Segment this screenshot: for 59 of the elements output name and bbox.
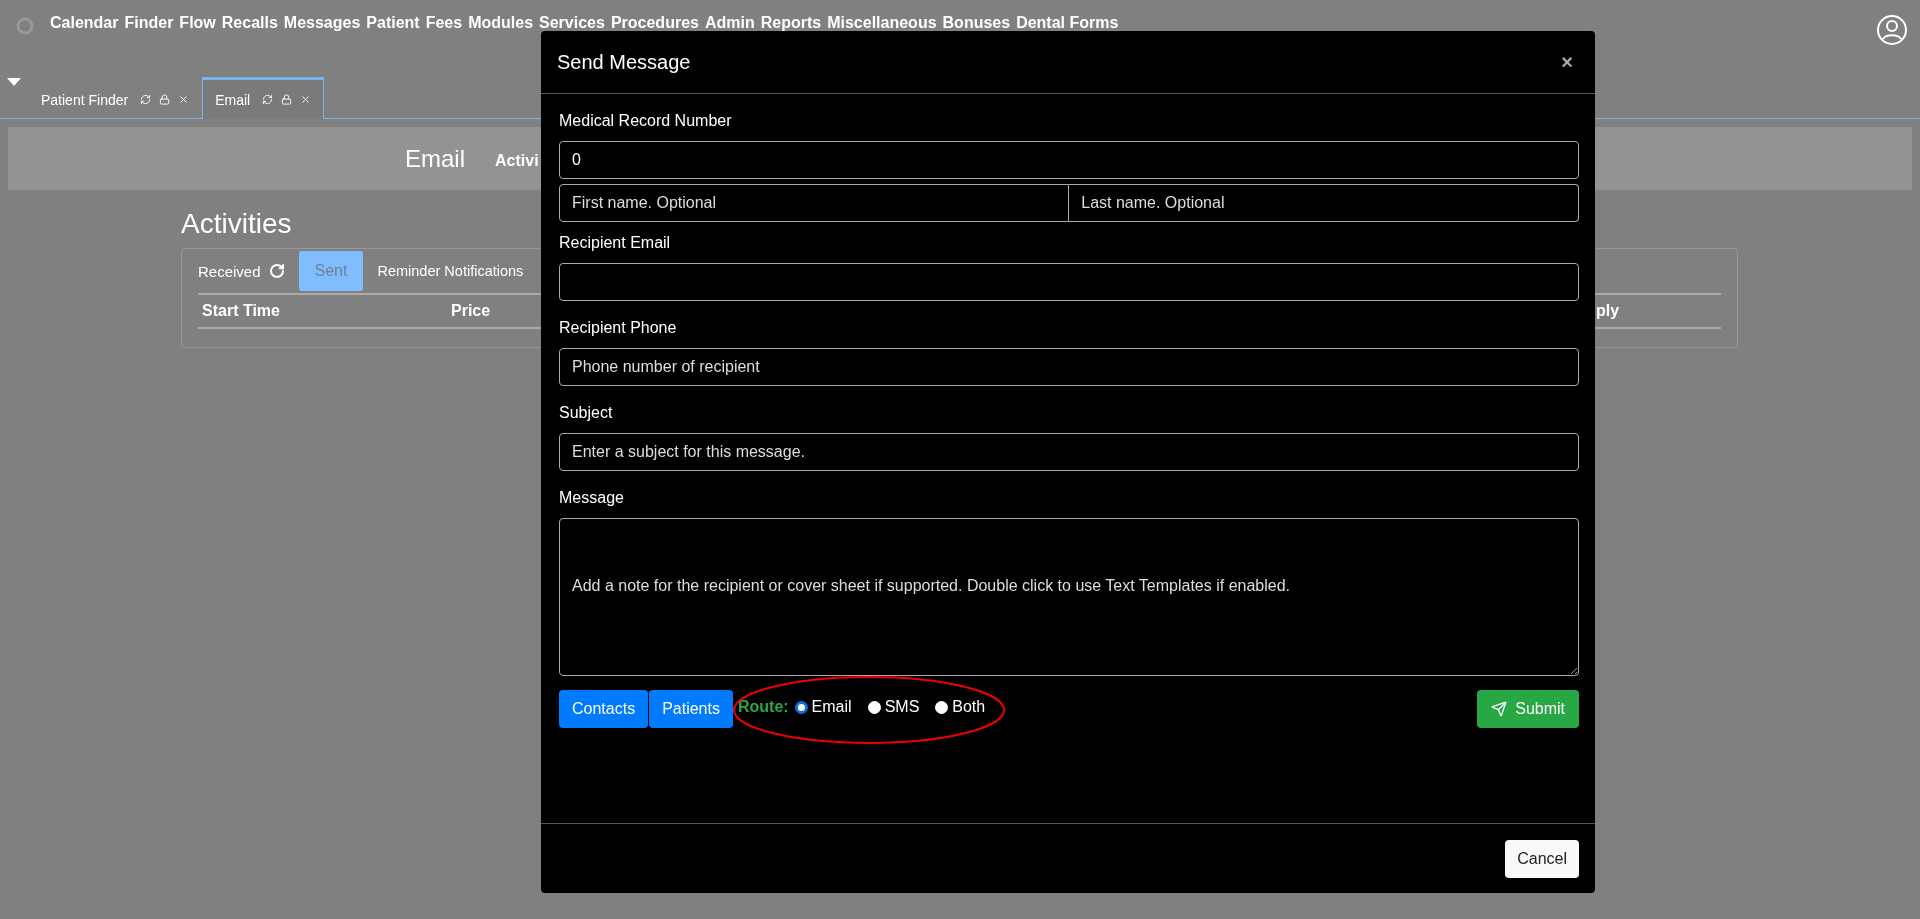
message-field[interactable]: Add a note for the recipient or cover sheet if supported. Double click to use Text Templates if enabled. — [559, 518, 1579, 676]
nav-item[interactable]: Services — [539, 14, 605, 32]
phone-field[interactable]: Phone number of recipient — [559, 348, 1579, 386]
route-radio[interactable]: SMS — [867, 698, 920, 716]
close-icon[interactable] — [300, 94, 312, 105]
field-label: Subject — [559, 404, 614, 422]
nav-item[interactable]: Bonuses — [942, 14, 1011, 32]
close-button[interactable]: × — [1555, 49, 1579, 75]
cancel-button[interactable]: Cancel — [1505, 839, 1579, 878]
last-name-field[interactable]: Last name. Optional — [1069, 184, 1579, 222]
mrn-field[interactable]: 0 — [559, 141, 1579, 179]
nav-item[interactable]: Calendar — [50, 14, 119, 32]
filter-tab[interactable]: Reminder Notifications — [377, 263, 524, 279]
column-header: ply — [1596, 302, 1621, 320]
route-radio[interactable]: Both — [935, 698, 986, 716]
refresh-icon[interactable] — [140, 94, 152, 105]
refresh-icon[interactable] — [268, 263, 285, 279]
received-filter[interactable]: Received — [198, 262, 285, 280]
nav-item[interactable]: Procedures — [610, 14, 699, 32]
close-icon[interactable] — [178, 94, 190, 105]
nav-item[interactable]: Modules — [468, 14, 534, 32]
route-radio[interactable]: Email — [794, 698, 852, 716]
nav-item[interactable]: Admin — [704, 14, 755, 32]
caret-icon[interactable] — [6, 76, 22, 88]
first-name-field[interactable]: First name. Optional — [559, 184, 1070, 222]
field-label: Message — [559, 489, 625, 507]
column-header: Price — [451, 302, 492, 320]
submit-button[interactable]: Submit — [1477, 690, 1579, 728]
field-label: Recipient Email — [559, 234, 672, 252]
picker-button[interactable]: Contacts — [559, 690, 649, 728]
nav-item[interactable]: Messages — [283, 14, 361, 32]
user-avatar-icon[interactable] — [1876, 14, 1908, 46]
field-label: Medical Record Number — [559, 112, 733, 130]
tab[interactable]: Patient Finder — [28, 77, 203, 119]
nav-item[interactable]: Recalls — [221, 14, 278, 32]
logo-icon — [16, 17, 34, 35]
nav-item[interactable]: Reports — [760, 14, 822, 32]
page-subtitle: Activi — [495, 151, 539, 170]
send-icon — [1491, 701, 1508, 717]
picker-button[interactable]: Patients — [649, 690, 733, 728]
nav-item[interactable]: Flow — [179, 14, 216, 32]
section-title: Activities — [181, 208, 293, 240]
page-title: Email — [405, 144, 465, 173]
email-field[interactable] — [559, 263, 1579, 301]
column-header: Start Time — [202, 302, 281, 320]
nav-item[interactable]: Fees — [425, 14, 463, 32]
dialog-title: Send Message — [557, 50, 691, 74]
filter-button[interactable]: Sent — [298, 251, 364, 291]
nav-item[interactable]: Finder — [124, 14, 174, 32]
nav-item[interactable]: Dental Forms — [1016, 14, 1119, 32]
refresh-icon[interactable] — [262, 94, 274, 105]
field-label: Recipient Phone — [559, 319, 678, 337]
nav-item[interactable]: Miscellaneous — [827, 14, 937, 32]
tab[interactable]: Email — [202, 77, 325, 119]
lock-icon[interactable] — [281, 94, 293, 105]
lock-icon[interactable] — [159, 94, 171, 105]
subject-field[interactable]: Enter a subject for this message. — [559, 433, 1579, 471]
nav-item[interactable]: Patient — [366, 14, 420, 32]
route-label: Route: — [737, 698, 789, 716]
